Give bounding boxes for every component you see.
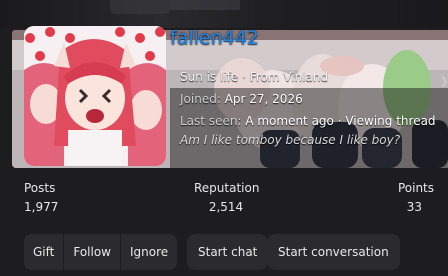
username[interactable]: fallen442 — [170, 26, 259, 50]
last-seen-label: Last seen: — [180, 114, 242, 128]
top-deco — [110, 0, 170, 14]
tagline: Sun is life · From Vinland — [180, 70, 328, 84]
joined-label: Joined: — [180, 92, 221, 106]
tagline-part-1: Sun is life — [180, 70, 239, 84]
last-seen-row: Last seen: A moment ago · Viewing thread — [180, 114, 436, 128]
action-group-conversation: Start conversation — [267, 234, 400, 270]
stat-reputation-value: 2,514 — [208, 200, 244, 214]
stat-reputation[interactable]: Reputation 2,514 — [194, 180, 260, 216]
start-chat-button[interactable]: Start chat — [187, 234, 269, 270]
top-deco-2 — [170, 0, 240, 10]
chevron-right-icon[interactable]: ❯ — [440, 76, 448, 88]
avatar-image — [24, 26, 166, 166]
action-group-chat: Start chat — [187, 234, 269, 270]
joined-date: Apr 27, 2026 — [224, 92, 303, 106]
profile-actions: Gift Follow Ignore Start chat Start conv… — [24, 234, 448, 272]
last-seen-activity[interactable]: Viewing thread — [345, 114, 435, 128]
ignore-button[interactable]: Ignore — [121, 234, 178, 270]
start-conversation-button[interactable]: Start conversation — [267, 234, 400, 270]
last-seen-time: A moment ago — [245, 114, 334, 128]
profile-card: fallen442 Sun is life · From Vinland Joi… — [0, 0, 448, 276]
joined-row: Joined: Apr 27, 2026 — [180, 92, 303, 106]
stats-row: Posts 1,977 Reputation 2,514 Points 33 — [0, 172, 448, 220]
stat-reputation-label: Reputation — [194, 181, 260, 195]
stat-posts-value: 1,977 — [24, 200, 59, 214]
stat-points[interactable]: Points 33 — [388, 180, 434, 216]
top-strip — [0, 0, 448, 28]
stat-points-label: Points — [397, 181, 434, 195]
tagline-part-2: From Vinland — [249, 70, 329, 84]
stat-points-value: 33 — [406, 200, 422, 214]
custom-title: Am I like tomboy because I like boy? — [180, 133, 401, 147]
stat-posts[interactable]: Posts 1,977 — [24, 180, 58, 216]
avatar[interactable] — [24, 26, 166, 166]
stat-posts-label: Posts — [24, 181, 56, 195]
separator-dot: · — [242, 70, 250, 84]
follow-button[interactable]: Follow — [64, 234, 121, 270]
gift-button[interactable]: Gift — [24, 234, 65, 270]
action-group-social: Gift Follow Ignore — [24, 234, 178, 270]
